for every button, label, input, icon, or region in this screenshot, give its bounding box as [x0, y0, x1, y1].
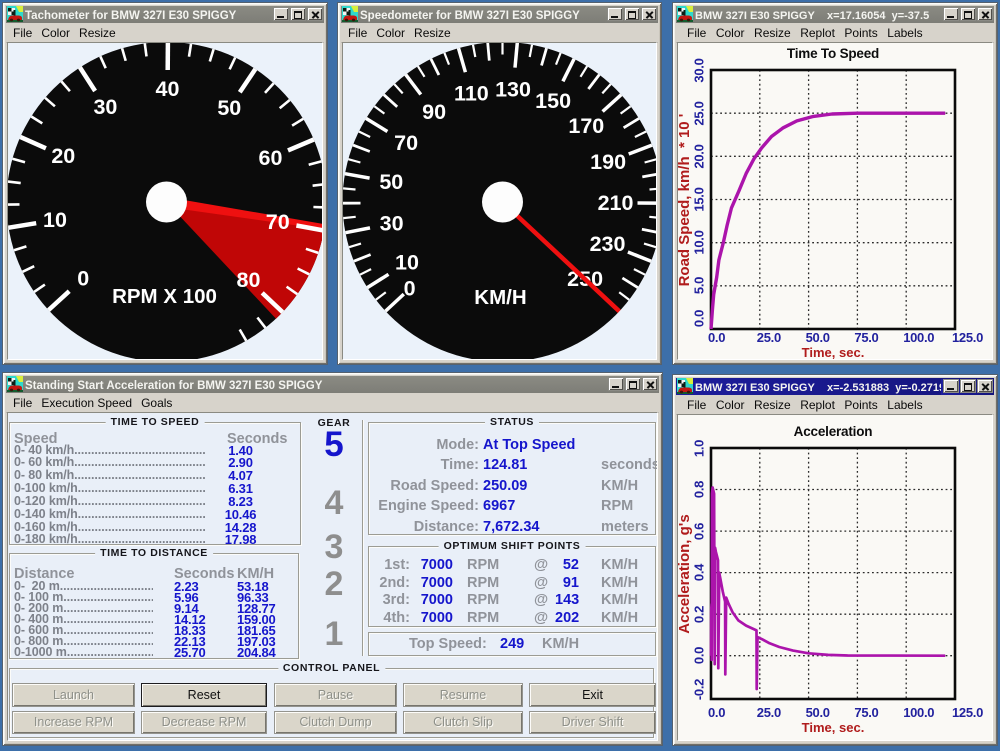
- svg-text:0: 0: [404, 277, 416, 301]
- svg-text:50: 50: [379, 170, 403, 194]
- svg-text:70: 70: [266, 210, 290, 234]
- svg-text:10: 10: [395, 251, 419, 275]
- svg-text:20: 20: [51, 144, 75, 168]
- svg-text:170: 170: [568, 114, 604, 138]
- svg-text:190: 190: [590, 150, 626, 174]
- svg-text:40: 40: [156, 77, 180, 101]
- svg-text:50: 50: [217, 96, 241, 120]
- svg-text:150: 150: [535, 89, 571, 113]
- svg-text:KM/H: KM/H: [474, 286, 526, 309]
- svg-text:30: 30: [380, 212, 404, 236]
- svg-text:230: 230: [590, 232, 626, 256]
- svg-text:80: 80: [237, 268, 261, 292]
- svg-text:130: 130: [495, 78, 531, 102]
- svg-text:60: 60: [259, 146, 283, 170]
- svg-text:10: 10: [43, 208, 67, 232]
- svg-text:30: 30: [93, 95, 117, 119]
- svg-text:0: 0: [77, 266, 89, 290]
- svg-text:210: 210: [598, 191, 634, 215]
- svg-text:70: 70: [394, 131, 418, 155]
- svg-text:110: 110: [454, 81, 489, 105]
- svg-text:RPM X 100: RPM X 100: [112, 285, 217, 308]
- svg-text:90: 90: [422, 100, 446, 124]
